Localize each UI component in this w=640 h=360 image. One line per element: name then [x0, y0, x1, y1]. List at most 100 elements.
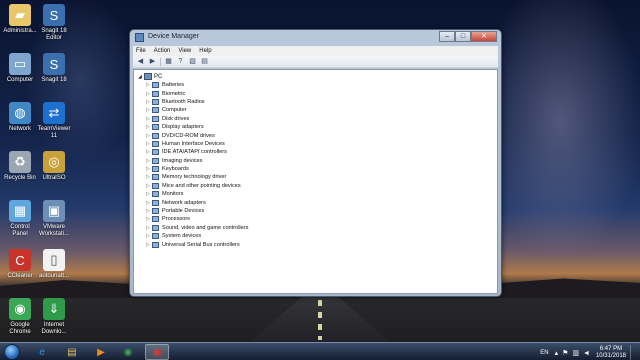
device-category-label: Monitors	[162, 191, 184, 198]
maximize-button[interactable]: □	[455, 31, 471, 42]
taskbar-media-player-button[interactable]: ▶	[89, 344, 113, 360]
device-category[interactable]: ▷ IDE ATA/ATAPI controllers	[146, 148, 248, 156]
device-category[interactable]: ▷ Network adapters	[146, 198, 248, 206]
device-category-label: Disk drives	[162, 115, 190, 122]
mouse-icon	[152, 182, 159, 189]
window-title: Device Manager	[148, 33, 199, 40]
camera-icon	[152, 157, 159, 164]
device-category[interactable]: ▷ DVD/CD-ROM drives	[146, 131, 248, 139]
desktop-shortcut-label: Snagit 18 Editor	[41, 28, 67, 41]
device-category[interactable]: ▷ Bluetooth Radios	[146, 98, 248, 106]
desktop-shortcut[interactable]: ◎ UltraISO	[34, 151, 74, 182]
minimize-button[interactable]: –	[439, 31, 455, 42]
language-indicator[interactable]: EN	[540, 350, 548, 356]
device-category[interactable]: ▷ Human Interface Devices	[146, 140, 248, 148]
menu-help[interactable]: Help	[199, 48, 211, 54]
start-button[interactable]	[4, 344, 20, 360]
device-category[interactable]: ▷ Display adapters	[146, 123, 248, 131]
network-icon: ◍	[9, 102, 31, 124]
usb-icon	[152, 241, 159, 248]
device-category-label: Universal Serial Bus controllers	[162, 241, 240, 248]
show-desktop-button[interactable]	[630, 345, 636, 360]
document-icon: ▯	[43, 249, 65, 271]
device-category[interactable]: ▷ Universal Serial Bus controllers	[146, 240, 248, 248]
user-folder-icon: ▰	[9, 4, 31, 26]
device-manager-icon	[135, 33, 144, 42]
properties-icon[interactable]: ▦	[164, 58, 173, 66]
scan-icon[interactable]: ▧	[188, 58, 197, 66]
device-category[interactable]: ▷ Disk drives	[146, 115, 248, 123]
device-category-label: Sound, video and game controllers	[162, 224, 249, 231]
device-category-label: Display adapters	[162, 124, 204, 131]
device-category-label: Memory technology driver	[162, 174, 227, 181]
tree-root-label: PC	[154, 73, 163, 80]
ide-icon	[152, 149, 159, 156]
device-category[interactable]: ▷ System devices	[146, 232, 248, 240]
taskbar-chrome-button[interactable]: ◉	[116, 344, 140, 360]
processor-icon	[152, 216, 159, 223]
device-category[interactable]: ▷ Processors	[146, 215, 248, 223]
desktop-shortcut[interactable]: ▣ VMware Workstati...	[34, 200, 74, 238]
system-tray: EN ▴ ⚑ ▥ ◄ 6:47 PM 10/31/2018	[540, 345, 636, 360]
taskbar-device-manager-button[interactable]: ▣	[145, 344, 169, 360]
device-category[interactable]: ▷ Portable Devices	[146, 207, 248, 215]
network-tray-icon[interactable]: ▥	[572, 349, 579, 357]
taskbar-explorer-button[interactable]: ▤	[60, 344, 84, 360]
device-category[interactable]: ▷ Batteries	[146, 81, 248, 89]
device-category[interactable]: ▷ Sound, video and game controllers	[146, 224, 248, 232]
computer-icon: ▭	[9, 53, 31, 75]
device-category[interactable]: ▷ Imaging devices	[146, 157, 248, 165]
device-category[interactable]: ▷ Monitors	[146, 190, 248, 198]
title-bar[interactable]: Device Manager – □ ✕	[130, 30, 501, 46]
volume-icon[interactable]: ◄	[583, 350, 590, 357]
system-device-icon	[152, 233, 159, 240]
desktop-shortcut-label: Internet Downlo...	[41, 322, 67, 335]
desktop-shortcut[interactable]: ⇄ TeamViewer 11	[34, 102, 74, 140]
memory-icon	[152, 174, 159, 181]
device-category-label: Batteries	[162, 82, 185, 89]
menu-action[interactable]: Action	[154, 48, 171, 54]
device-category-label: Biometric	[162, 90, 186, 97]
taskbar: e ▤ ▶ ◉ ▣ EN ▴ ⚑ ▥ ◄ 6:47 PM 10/31/2018	[0, 342, 640, 360]
device-category[interactable]: ▷ Biometric	[146, 89, 248, 97]
view-icon[interactable]: ▤	[200, 58, 209, 66]
tree-root[interactable]: ◢ PC	[138, 73, 162, 80]
desktop-shortcut-label: VMware Workstati...	[39, 224, 69, 237]
tray-arrow-icon[interactable]: ▴	[555, 349, 559, 357]
ccleaner-icon: C	[9, 249, 31, 271]
close-button[interactable]: ✕	[471, 31, 497, 42]
menu-file[interactable]: File	[136, 48, 146, 54]
device-category[interactable]: ▷ Memory technology driver	[146, 173, 248, 181]
clock[interactable]: 6:47 PM 10/31/2018	[596, 346, 626, 360]
wallpaper-road-line	[318, 300, 322, 340]
bluetooth-icon	[152, 98, 159, 105]
device-category-label: Human Interface Devices	[162, 140, 225, 147]
flag-icon[interactable]: ⚑	[562, 349, 568, 357]
device-category-label: Imaging devices	[162, 157, 203, 164]
desktop-shortcut-label: Snagit 18	[41, 77, 67, 83]
device-category-label: Keyboards	[162, 166, 189, 173]
clock-time: 6:47 PM	[599, 346, 623, 352]
device-category[interactable]: ▷ Mice and other pointing devices	[146, 182, 248, 190]
device-manager-icon: ▣	[152, 346, 162, 358]
window-controls: – □ ✕	[439, 31, 497, 42]
keyboard-icon	[152, 166, 159, 173]
desktop-shortcut[interactable]: S Snagit 18	[34, 53, 74, 84]
clock-date: 10/31/2018	[595, 353, 626, 359]
forward-icon[interactable]: ▶	[148, 58, 157, 66]
desktop-shortcut[interactable]: ▯ autounatt...	[34, 249, 74, 280]
desktop-shortcut-label: UltraISO	[42, 175, 66, 181]
device-category[interactable]: ▷ Keyboards	[146, 165, 248, 173]
help-icon[interactable]: ?	[176, 58, 185, 66]
desktop-shortcut-label: autounatt...	[38, 273, 70, 279]
taskbar-internet-explorer-button[interactable]: e	[30, 344, 54, 360]
pc-icon	[144, 73, 152, 80]
device-category-label: Computer	[162, 107, 187, 114]
desktop-shortcut[interactable]: S Snagit 18 Editor	[34, 4, 74, 42]
back-icon[interactable]: ◀	[136, 58, 145, 66]
menu-view[interactable]: View	[178, 48, 191, 54]
device-category-label: Mice and other pointing devices	[162, 182, 241, 189]
desktop-shortcut[interactable]: ⇓ Internet Downlo...	[34, 298, 74, 336]
device-category-label: Portable Devices	[162, 208, 205, 215]
device-category[interactable]: ▷ Computer	[146, 106, 248, 114]
